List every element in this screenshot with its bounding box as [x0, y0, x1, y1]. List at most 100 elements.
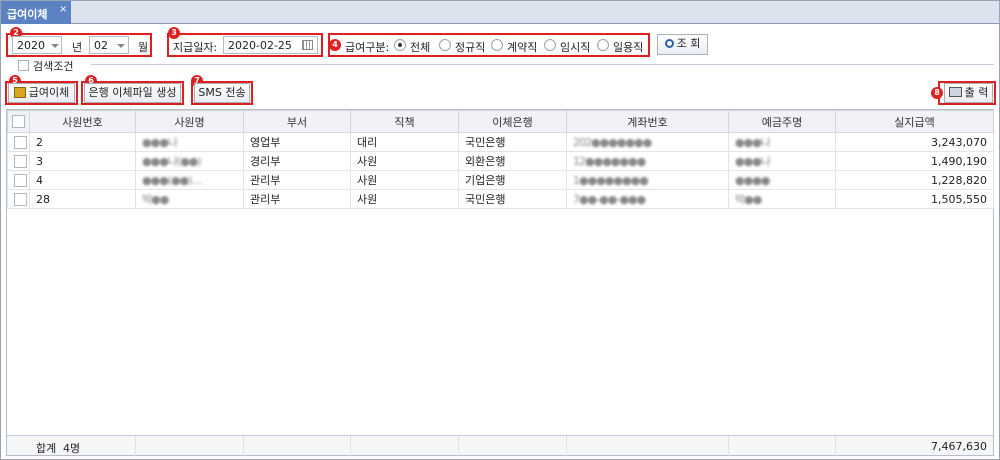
footer-divider: [243, 436, 244, 456]
print-button[interactable]: 출 력: [944, 83, 993, 103]
pay-date-value: 2020-02-25: [228, 39, 292, 52]
cell-holder: ●●●●: [728, 170, 836, 190]
chevron-down-icon: [51, 44, 59, 48]
select-all-checkbox[interactable]: [12, 115, 25, 129]
footer-label: 합계: [36, 442, 57, 455]
cell-holder: 박●●: [728, 189, 836, 209]
printer-icon: [948, 87, 962, 97]
search-condition-divider: [91, 64, 994, 65]
app-window: 급여이체 × 2 2020 년 02 월 3 지급일자: 2020-02-25 …: [0, 0, 1000, 460]
footer-divider: [566, 436, 567, 456]
chevron-down-icon: [117, 44, 125, 48]
header-amount[interactable]: 실지급액: [835, 110, 994, 133]
cell-amount: 1,505,550: [835, 189, 994, 209]
radio-all-label: 전체: [410, 41, 431, 54]
pay-type-label: 급여구분:: [345, 41, 390, 54]
radio-daily-label: 일용직: [613, 41, 644, 54]
row-checkbox[interactable]: [14, 135, 27, 149]
header-select-all[interactable]: [7, 110, 30, 133]
radio-contract[interactable]: [491, 39, 503, 51]
cell-bank: 기업은행: [458, 170, 567, 190]
row-checkbox-cell[interactable]: [7, 132, 30, 152]
radio-regular-label: 정규직: [455, 41, 486, 54]
search-button-label: 조 회: [676, 37, 701, 50]
year-value: 2020: [17, 39, 45, 52]
cell-emp-no: 4: [29, 170, 136, 190]
footer-divider: [728, 436, 729, 456]
cell-emp-no: 2: [29, 132, 136, 152]
month-select[interactable]: 02: [89, 36, 129, 54]
cell-position: 사원: [350, 170, 459, 190]
search-button[interactable]: 조 회: [657, 34, 708, 55]
cell-amount: 1,228,820: [835, 170, 994, 190]
table-row[interactable]: 28 박●● 관리부 사원 국민은행 7●●-●●-●●● 박●● 1,505,…: [7, 189, 994, 209]
cell-position: 사원: [350, 189, 459, 209]
header-account[interactable]: 계좌번호: [566, 110, 729, 133]
tab-payroll-transfer[interactable]: 급여이체 ×: [1, 1, 71, 24]
payroll-grid: 사원번호 사원명 부서 직책 이체은행 계좌번호 예금주명 실지급액 2 ●●●…: [6, 109, 994, 456]
bank-file-label: 은행 이체파일 생성: [88, 86, 177, 99]
year-select[interactable]: 2020: [12, 36, 62, 54]
header-name[interactable]: 사원명: [135, 110, 244, 133]
cell-dept: 영업부: [243, 132, 351, 152]
tab-bar: 급여이체 ×: [1, 1, 999, 24]
close-icon[interactable]: ×: [59, 4, 67, 15]
cell-bank: 국민은행: [458, 189, 567, 209]
pay-date-label: 지급일자:: [173, 41, 218, 54]
cell-name: ●●●나: [135, 132, 244, 152]
footer-divider: [135, 436, 136, 456]
cell-emp-no: 3: [29, 151, 136, 171]
radio-contract-label: 계약직: [507, 41, 538, 54]
cell-position: 대리: [350, 132, 459, 152]
badge-3: 3: [168, 27, 180, 39]
table-row[interactable]: 4 ●●●(●●)… 관리부 사원 기업은행 1●●●●●●●● ●●●● 1,…: [7, 170, 994, 190]
radio-temporary[interactable]: [544, 39, 556, 51]
cell-bank: 외환은행: [458, 151, 567, 171]
header-emp-no[interactable]: 사원번호: [29, 110, 136, 133]
payroll-transfer-button[interactable]: 급여이체: [8, 83, 75, 103]
tab-title: 급여이체: [7, 8, 48, 21]
sms-send-label: SMS 전송: [198, 86, 246, 99]
radio-regular[interactable]: [439, 39, 451, 51]
row-checkbox[interactable]: [14, 192, 27, 206]
cell-holder: ●●●나: [728, 151, 836, 171]
row-checkbox[interactable]: [14, 154, 27, 168]
payroll-transfer-label: 급여이체: [28, 86, 70, 99]
footer-divider: [350, 436, 351, 456]
header-bank[interactable]: 이체은행: [458, 110, 567, 133]
cell-dept: 관리부: [243, 170, 351, 190]
header-position[interactable]: 직책: [350, 110, 459, 133]
cell-bank: 국민은행: [458, 132, 567, 152]
cell-emp-no: 28: [29, 189, 136, 209]
bank-file-button[interactable]: 은행 이체파일 생성: [84, 83, 181, 103]
radio-temporary-label: 임시직: [560, 41, 591, 54]
month-unit: 월: [138, 41, 149, 54]
cell-holder: ●●●나: [728, 132, 836, 152]
pay-date-input[interactable]: 2020-02-25: [223, 36, 318, 54]
search-condition-toggle[interactable]: [18, 60, 29, 71]
cell-name: 박●●: [135, 189, 244, 209]
cell-name: ●●●나(●●): [135, 151, 244, 171]
footer-count: 4명: [63, 442, 81, 455]
cell-account: 12●●●●●●●: [566, 151, 729, 171]
row-checkbox-cell[interactable]: [7, 151, 30, 171]
header-dept[interactable]: 부서: [243, 110, 351, 133]
sms-send-button[interactable]: SMS 전송: [194, 83, 250, 103]
radio-all[interactable]: [394, 39, 406, 51]
calendar-icon[interactable]: [302, 40, 313, 50]
cell-dept: 관리부: [243, 189, 351, 209]
table-row[interactable]: 2 ●●●나 영업부 대리 국민은행 202●●●●●●● ●●●나 3,243…: [7, 132, 994, 152]
row-checkbox-cell[interactable]: [7, 189, 30, 209]
row-checkbox[interactable]: [14, 173, 27, 187]
table-row[interactable]: 3 ●●●나(●●) 경리부 사원 외환은행 12●●●●●●● ●●●나 1,…: [7, 151, 994, 171]
row-checkbox-cell[interactable]: [7, 170, 30, 190]
header-holder[interactable]: 예금주명: [728, 110, 836, 133]
print-label: 출 력: [964, 86, 989, 99]
cell-amount: 3,243,070: [835, 132, 994, 152]
table-header-row: 사원번호 사원명 부서 직책 이체은행 계좌번호 예금주명 실지급액: [7, 110, 994, 133]
cell-name: ●●●(●●)…: [135, 170, 244, 190]
cell-account: 202●●●●●●●: [566, 132, 729, 152]
badge-8: 8: [931, 87, 943, 99]
grid-footer: 합계 4명 7,467,630: [7, 435, 993, 456]
radio-daily[interactable]: [597, 39, 609, 51]
